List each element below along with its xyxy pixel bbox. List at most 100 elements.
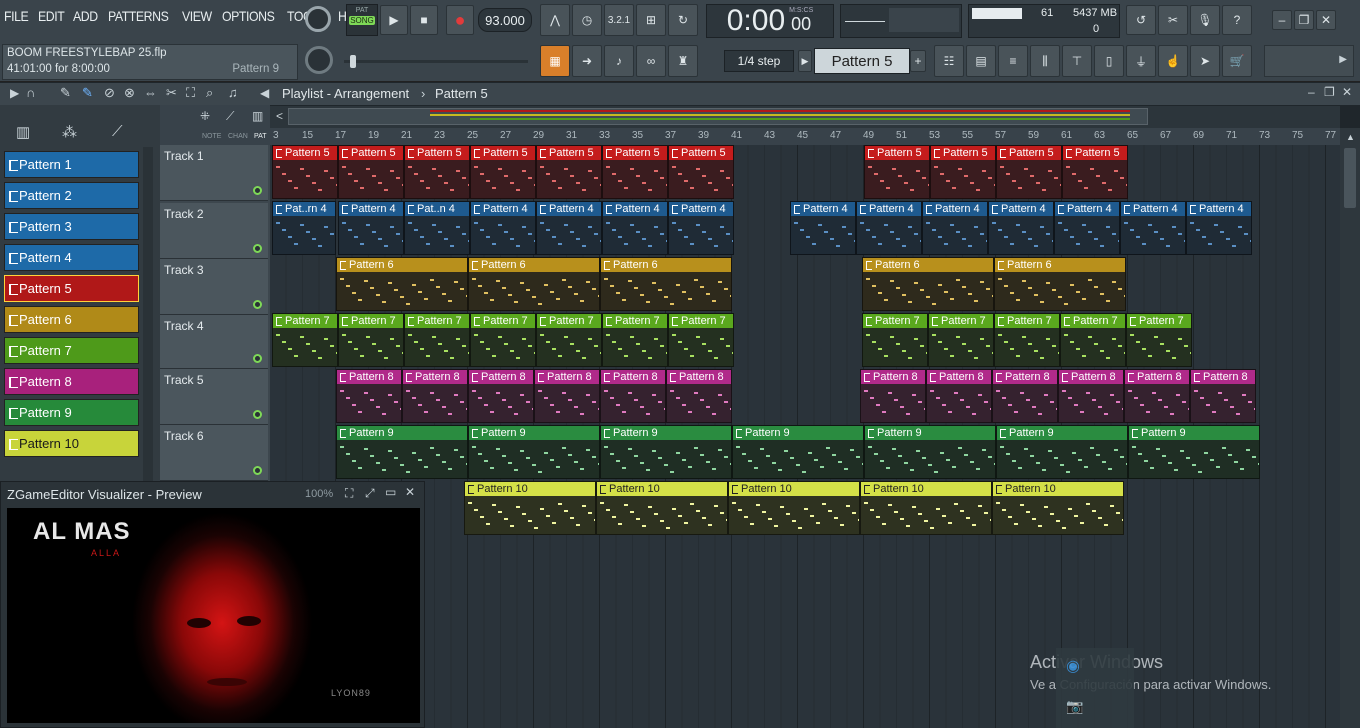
playlist-menu-icon[interactable]: ◀ (260, 86, 269, 100)
playlist-clip[interactable]: Pattern 8 (926, 369, 992, 423)
track-mute-led[interactable] (253, 466, 262, 475)
playlist-clip[interactable]: Pattern 9 (336, 425, 468, 479)
playlist-clip[interactable]: Pattern 5 (404, 145, 470, 199)
viz-restore-icon[interactable]: ⤢ (365, 486, 375, 501)
tempo-display[interactable]: 93.000 (478, 8, 532, 32)
shop-button[interactable]: 🛒 (1222, 45, 1252, 77)
zoom-icon[interactable]: ⌕ (206, 85, 213, 101)
playlist-clip[interactable]: Pattern 5 (864, 145, 930, 199)
timeline-ruler[interactable]: 3 15 17 19 21 23 25 27 29 31 33 35 37 39 41 43 45 47 49 51 5… (270, 128, 1340, 145)
waveform-icon[interactable]: ⁂ (62, 123, 77, 141)
playlist-clip[interactable]: Pattern 7 (1060, 313, 1126, 367)
track-header-2[interactable]: Track 2 (160, 203, 268, 259)
playlist-clip[interactable]: Pattern 8 (600, 369, 666, 423)
cut-button[interactable]: ✂ (1158, 5, 1188, 35)
visualizer-zoom[interactable]: 100% (305, 488, 333, 500)
playlist-clip[interactable]: Pattern 8 (992, 369, 1058, 423)
step-edit-button[interactable]: ⊞ (636, 4, 666, 36)
camera-icon[interactable]: 📷 (1066, 698, 1083, 715)
automation-icon[interactable]: ⟋ (112, 123, 123, 140)
playlist-clip[interactable]: Pattern 10 (992, 481, 1124, 535)
playlist-clip[interactable]: Pattern 8 (402, 369, 468, 423)
playlist-clip[interactable]: Pattern 7 (404, 313, 470, 367)
add-pattern-button[interactable]: + (910, 50, 926, 72)
menu-edit[interactable]: EDIT (38, 8, 65, 24)
menu-patterns[interactable]: PATTERNS (108, 8, 169, 24)
playlist-clip[interactable]: Pattern 5 (338, 145, 404, 199)
playlist-clip[interactable]: Pattern 8 (1058, 369, 1124, 423)
record-button[interactable]: ● (446, 5, 474, 35)
taskbar-popup[interactable]: ◉ 📷 (1056, 648, 1134, 728)
menu-file[interactable]: FILE (4, 8, 29, 24)
delete-icon[interactable]: ⊘ (104, 85, 115, 101)
mute-icon[interactable]: ⊗ (124, 85, 135, 101)
stop-button[interactable]: ■ (410, 5, 438, 35)
playlist-clip[interactable]: Pattern 7 (272, 313, 338, 367)
snap-step-selector[interactable]: 1/4 step (724, 50, 794, 72)
playlist-clip[interactable]: Pattern 8 (468, 369, 534, 423)
playlist-clip[interactable]: Pattern 8 (336, 369, 402, 423)
metronome-button[interactable]: ⋀ (540, 4, 570, 36)
playlist-clip[interactable]: Pattern 7 (668, 313, 734, 367)
playlist-clip[interactable]: Pattern 7 (338, 313, 404, 367)
playlist-clip[interactable]: Pattern 6 (994, 257, 1126, 311)
playlist-clip[interactable]: Pattern 10 (728, 481, 860, 535)
playlist-clip[interactable]: Pattern 5 (1062, 145, 1128, 199)
playlist-clip[interactable]: Pattern 5 (536, 145, 602, 199)
playlist-clip[interactable]: Pattern 4 (602, 201, 668, 255)
track-header-3[interactable]: Track 3 (160, 259, 268, 315)
touch-button[interactable]: ☝ (1158, 45, 1188, 77)
play-button[interactable]: ▶ (380, 5, 408, 35)
pattern-item-1[interactable]: Pattern 1 (4, 151, 139, 178)
undo-button[interactable]: ↺ (1126, 5, 1156, 35)
magnet-icon[interactable]: ∩ (26, 85, 35, 100)
playlist-clip[interactable]: Pattern 6 (468, 257, 600, 311)
master-pitch-knob[interactable] (305, 46, 333, 74)
overview-strip[interactable]: < (270, 106, 1340, 128)
pattern-item-8[interactable]: Pattern 8 (4, 368, 139, 395)
master-slider[interactable] (344, 55, 528, 68)
playlist-clip[interactable]: Pattern 4 (1054, 201, 1120, 255)
playlist-clip[interactable]: Pattern 5 (668, 145, 734, 199)
plugin-db-button[interactable]: ⊤ (1062, 45, 1092, 77)
viz-minimize-icon[interactable]: ▭ (385, 485, 396, 499)
playlist-clip[interactable]: Pattern 4 (1120, 201, 1186, 255)
playlist-clip[interactable]: Pattern 9 (600, 425, 732, 479)
paint-icon[interactable]: ✎ (82, 85, 93, 101)
slice-icon[interactable]: ✂ (166, 85, 177, 101)
playlist-clip[interactable]: Pattern 5 (930, 145, 996, 199)
scroll-up-icon[interactable]: ▲ (1346, 132, 1355, 142)
menu-view[interactable]: VIEW (182, 8, 212, 24)
minimize-button[interactable]: – (1272, 10, 1292, 30)
track-header-1[interactable]: Track 1 (160, 145, 268, 201)
playlist-clip[interactable]: Pattern 6 (600, 257, 732, 311)
track-mute-led[interactable] (253, 300, 262, 309)
playlist-clip[interactable]: Pattern 8 (1124, 369, 1190, 423)
slip-icon[interactable]: ⇔ (144, 85, 157, 100)
pattern-item-6[interactable]: Pattern 6 (4, 306, 139, 333)
playlist-clip[interactable]: Pattern 4 (856, 201, 922, 255)
playlist-clip[interactable]: Pattern 7 (862, 313, 928, 367)
pattern-prev-button[interactable]: ▶ (798, 50, 812, 72)
piano-roll-button[interactable]: ♪ (604, 45, 634, 77)
pattern-selector[interactable]: Pattern 5 (814, 48, 910, 74)
channel-rack-button[interactable]: ▤ (966, 45, 996, 77)
project-button[interactable]: ▯ (1094, 45, 1124, 77)
playlist-clip[interactable]: Pattern 5 (470, 145, 536, 199)
playlist-clip[interactable]: Pattern 10 (464, 481, 596, 535)
chan-icon[interactable]: ⟋ (226, 109, 234, 124)
playlist-clip[interactable]: Pattern 7 (602, 313, 668, 367)
playlist-clip[interactable]: Pattern 7 (470, 313, 536, 367)
playlist-clip[interactable]: Pattern 5 (602, 145, 668, 199)
options-arrow-icon[interactable]: ▶ (10, 86, 19, 100)
playlist-clip[interactable]: Pattern 5 (996, 145, 1062, 199)
speaker-icon[interactable]: ♫ (228, 85, 238, 100)
track-header-5[interactable]: Track 5 (160, 369, 268, 425)
pat-icon[interactable]: ▥ (252, 109, 263, 123)
wait-input-button[interactable]: ◷ (572, 4, 602, 36)
pattern-item-3[interactable]: Pattern 3 (4, 213, 139, 240)
pat-song-toggle[interactable]: PAT SONG (346, 4, 378, 36)
master-volume-knob[interactable] (305, 6, 331, 32)
playlist-clip[interactable]: Pattern 8 (666, 369, 732, 423)
playlist-clip[interactable]: Pattern 4 (668, 201, 734, 255)
